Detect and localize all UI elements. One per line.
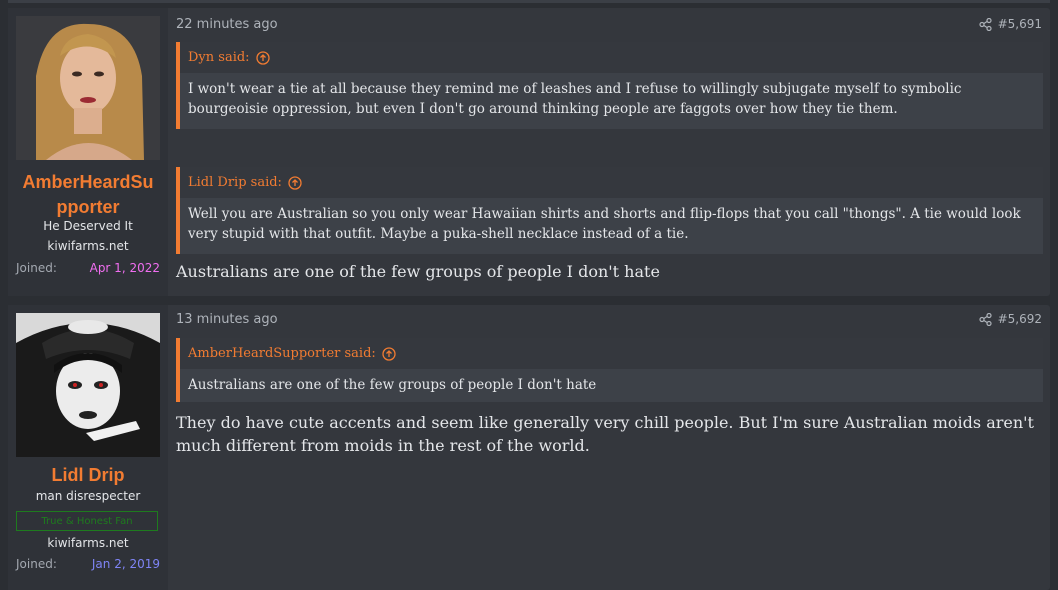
quote-block: AmberHeardSupporter said: Australians ar… xyxy=(176,338,1043,402)
user-panel: Lidl Drip man disrespecter True & Honest… xyxy=(8,305,168,590)
quote-author[interactable]: Dyn said: xyxy=(188,50,250,65)
post-body: Australians are one of the few groups of… xyxy=(176,262,660,281)
user-site: kiwifarms.net xyxy=(47,239,129,253)
username[interactable]: Lidl Drip xyxy=(8,462,168,488)
user-site: kiwifarms.net xyxy=(47,536,129,550)
post-number[interactable]: #5,691 xyxy=(998,17,1042,31)
avatar[interactable] xyxy=(16,16,160,160)
post-time[interactable]: 22 minutes ago xyxy=(176,17,278,32)
post-body: They do have cute accents and seem like … xyxy=(176,413,1034,455)
user-title: man disrespecter xyxy=(35,489,141,503)
jump-up-icon[interactable] xyxy=(288,175,302,190)
avatar[interactable] xyxy=(16,313,160,457)
user-title: He Deserved It xyxy=(43,219,133,233)
user-panel: AmberHeardSu pporter He Deserved It kiwi… xyxy=(8,8,168,296)
username-line1[interactable]: AmberHeardSu xyxy=(8,169,168,195)
post-number[interactable]: #5,692 xyxy=(998,312,1042,326)
joined-label: Joined: xyxy=(16,261,57,275)
quote-block: Dyn said: I won't wear a tie at all beca… xyxy=(176,42,1043,129)
joined-date: Jan 2, 2019 xyxy=(91,557,160,571)
quote-block: Lidl Drip said: Well you are Australian … xyxy=(176,167,1043,254)
post-5692: Lidl Drip man disrespecter True & Honest… xyxy=(8,305,1050,590)
post-meta: #5,691 xyxy=(978,17,1042,31)
joined-label: Joined: xyxy=(16,557,57,571)
post-meta: #5,692 xyxy=(978,312,1042,326)
quote-header: AmberHeardSupporter said: xyxy=(180,338,1043,369)
jump-up-icon[interactable] xyxy=(382,346,396,361)
quote-header: Lidl Drip said: xyxy=(180,167,1043,198)
user-banner: True & Honest Fan xyxy=(16,511,158,531)
username-line2[interactable]: pporter xyxy=(8,194,168,220)
share-icon[interactable] xyxy=(978,312,992,326)
quote-text: Well you are Australian so you only wear… xyxy=(188,206,1021,242)
quote-author[interactable]: AmberHeardSupporter said: xyxy=(188,346,376,361)
joined-date: Apr 1, 2022 xyxy=(89,261,160,275)
quote-header: Dyn said: xyxy=(180,42,1043,73)
quote-text: I won't wear a tie at all because they r… xyxy=(188,81,962,117)
quote-author[interactable]: Lidl Drip said: xyxy=(188,175,282,190)
post-time[interactable]: 13 minutes ago xyxy=(176,312,278,327)
previous-post-edge xyxy=(8,0,1050,3)
share-icon[interactable] xyxy=(978,17,992,31)
post-5691: AmberHeardSu pporter He Deserved It kiwi… xyxy=(8,8,1050,296)
quote-text: Australians are one of the few groups of… xyxy=(188,377,597,393)
jump-up-icon[interactable] xyxy=(255,50,270,65)
